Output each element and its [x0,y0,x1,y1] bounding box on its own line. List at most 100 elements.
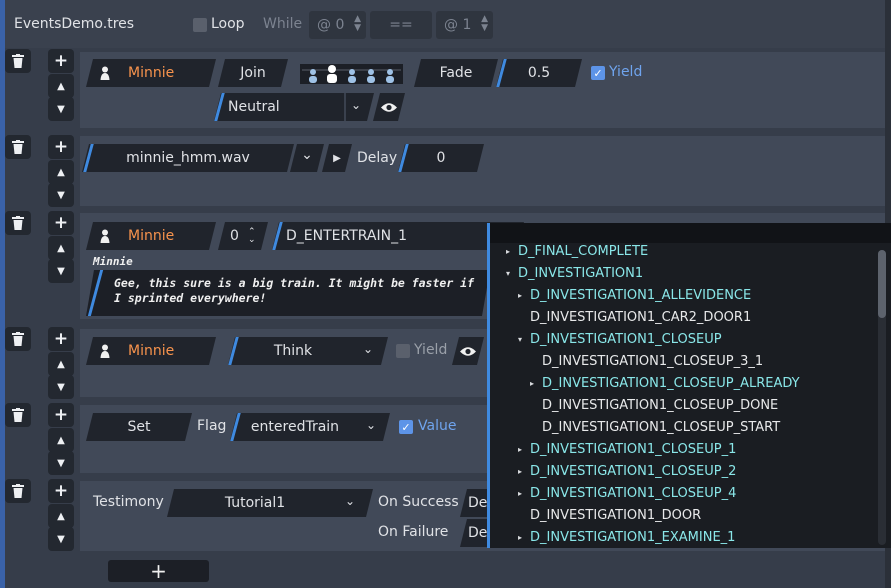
dropdown-scrollbar-thumb[interactable] [878,250,886,318]
collapsed-arrow-icon[interactable]: ▸ [518,489,530,498]
expanded-arrow-icon[interactable]: ▾ [506,269,518,278]
character-selector[interactable]: Minnie [86,222,216,250]
loop-label: Loop [211,16,245,32]
move-up-button[interactable]: ▲ [48,504,74,528]
trash-icon [12,408,24,422]
tree-item-label: D_INVESTIGATION1_CLOSEUP [530,331,722,347]
operator-field[interactable]: == [370,11,432,39]
tree-item[interactable]: ▸ D_INVESTIGATION1_CLOSEUP_4 [518,482,736,504]
tree-item-label: D_INVESTIGATION1_CLOSEUP_3_1 [542,353,764,369]
tree-item[interactable]: ▾ D_INVESTIGATION1 [506,262,643,284]
sound-file-label: minnie_hmm.wav [126,150,250,166]
move-up-button[interactable]: ▲ [48,352,74,376]
testimony-selector[interactable]: Tutorial1 ⌄ [167,489,373,517]
character-selector[interactable]: Minnie [86,59,216,87]
delete-event-button[interactable] [5,403,31,427]
move-up-button[interactable]: ▲ [48,160,74,184]
move-down-button[interactable]: ▼ [48,183,74,207]
position-slots-icon [302,65,401,83]
move-down-button[interactable]: ▼ [48,527,74,551]
dialog-index-value: 0 [230,228,239,244]
portrait-selector[interactable]: Neutral ⌄ [214,93,374,121]
transition-selector[interactable]: Fade [414,59,498,87]
tree-item[interactable]: ▸ D_INVESTIGATION1_CLOSEUP_2 [518,460,736,482]
delete-event-button[interactable] [5,135,31,159]
collapsed-arrow-icon[interactable]: ▸ [518,467,530,476]
tree-item[interactable]: D_INVESTIGATION1_CLOSEUP_DONE [530,394,778,416]
portrait-label: Neutral [228,99,280,115]
collapsed-arrow-icon[interactable]: ▸ [518,533,530,542]
trash-icon [12,140,24,154]
tree-item[interactable]: D_INVESTIGATION1_CLOSEUP_START [530,416,780,438]
right-value: @ 1 [444,17,472,33]
move-up-button[interactable]: ▲ [48,74,74,98]
delete-event-button[interactable] [5,327,31,351]
tree-item[interactable]: D_INVESTIGATION1_DOOR [518,504,701,526]
flag-action-selector[interactable]: Set [86,413,192,441]
add-event-button[interactable]: + [48,211,74,235]
add-event-bottom-button[interactable]: + [108,559,209,583]
add-event-button[interactable]: + [48,135,74,159]
add-event-button[interactable]: + [48,327,74,351]
left-value-spinbox[interactable]: @ 0 ▲ ▼ [309,11,366,39]
delete-event-button[interactable] [5,479,31,503]
collapsed-arrow-icon[interactable]: ▸ [518,291,530,300]
position-slots[interactable] [300,64,403,84]
arrow-down-icon: ▼ [57,457,65,469]
sound-file-selector[interactable]: minnie_hmm.wav [82,144,294,172]
dropdown-search-bar[interactable] [487,223,891,243]
arrow-down-icon: ▼ [57,189,65,201]
add-event-button[interactable]: + [48,403,74,427]
move-up-button[interactable]: ▲ [48,236,74,260]
dialog-index-spinbox[interactable]: 0 ⌃ ⌄ [218,222,268,250]
yield-checkbox[interactable]: ✓ [591,66,605,80]
tree-item[interactable]: ▸ D_INVESTIGATION1_ALLEVIDENCE [518,284,751,306]
spin-arrows-icon: ▲ ▼ [354,14,361,33]
tree-item-label: D_INVESTIGATION1_ALLEVIDENCE [530,287,752,303]
arrow-up-icon: ▲ [57,166,65,178]
value-checkbox[interactable]: ✓ [399,420,413,434]
action-selector[interactable]: Join [218,59,288,87]
tree-item[interactable]: D_INVESTIGATION1_CLOSEUP_3_1 [530,350,763,372]
flag-name-selector[interactable]: enteredTrain ⌄ [230,413,390,441]
arrow-down-icon: ▼ [57,381,65,393]
duration-input[interactable]: 0.5 [496,59,582,87]
move-down-button[interactable]: ▼ [48,375,74,399]
bubble-type-selector[interactable]: Think ⌄ [228,337,388,365]
tree-item[interactable]: ▸ D_INVESTIGATION1_CLOSEUP_ALREADY [530,372,800,394]
tree-item[interactable]: ▸ D_FINAL_COMPLETE [506,242,648,262]
tree-item[interactable]: ▾ D_INVESTIGATION1_CLOSEUP [518,328,722,350]
collapsed-arrow-icon[interactable]: ▸ [506,247,518,256]
character-name: Minnie [128,228,175,244]
collapsed-arrow-icon[interactable]: ▸ [530,379,542,388]
delete-event-button[interactable] [5,49,31,73]
chevron-down-icon: ⌄ [351,98,362,112]
right-value-spinbox[interactable]: @ 1 ▲ ▼ [436,11,493,39]
delay-input[interactable]: 0 [398,144,484,172]
dialog-text-box[interactable]: Gee, this sure is a big train. It might … [86,270,490,316]
action-label: Join [240,65,266,81]
tree-item[interactable]: ▸ D_INVESTIGATION1_CLOSEUP_1 [518,438,736,460]
chevron-down-icon: ⌄ [301,147,313,163]
flag-action-label: Set [127,419,151,435]
move-down-button[interactable]: ▼ [48,451,74,475]
add-event-button[interactable]: + [48,49,74,73]
character-selector[interactable]: Minnie [86,337,216,365]
move-down-button[interactable]: ▼ [48,97,74,121]
tree-item[interactable]: ▸ D_INVESTIGATION1_EXAMINE_1 [518,526,735,548]
tree-item[interactable]: D_INVESTIGATION1_CAR2_DOOR1 [518,306,751,328]
person-icon [100,66,110,80]
delete-event-button[interactable] [5,211,31,235]
move-down-button[interactable]: ▼ [48,259,74,283]
collapsed-arrow-icon[interactable]: ▸ [518,445,530,454]
yield-checkbox[interactable] [396,344,410,358]
add-event-button[interactable]: + [48,479,74,503]
spin-arrows-icon: ▲ ▼ [481,14,488,33]
expanded-arrow-icon[interactable]: ▾ [518,335,530,344]
move-up-button[interactable]: ▲ [48,428,74,452]
while-label: While [263,16,303,32]
arrow-up-icon: ▲ [57,80,65,92]
tree-item-label: D_FINAL_COMPLETE [518,243,649,259]
loop-checkbox[interactable] [193,18,207,32]
testimony-label: Testimony [93,494,164,510]
